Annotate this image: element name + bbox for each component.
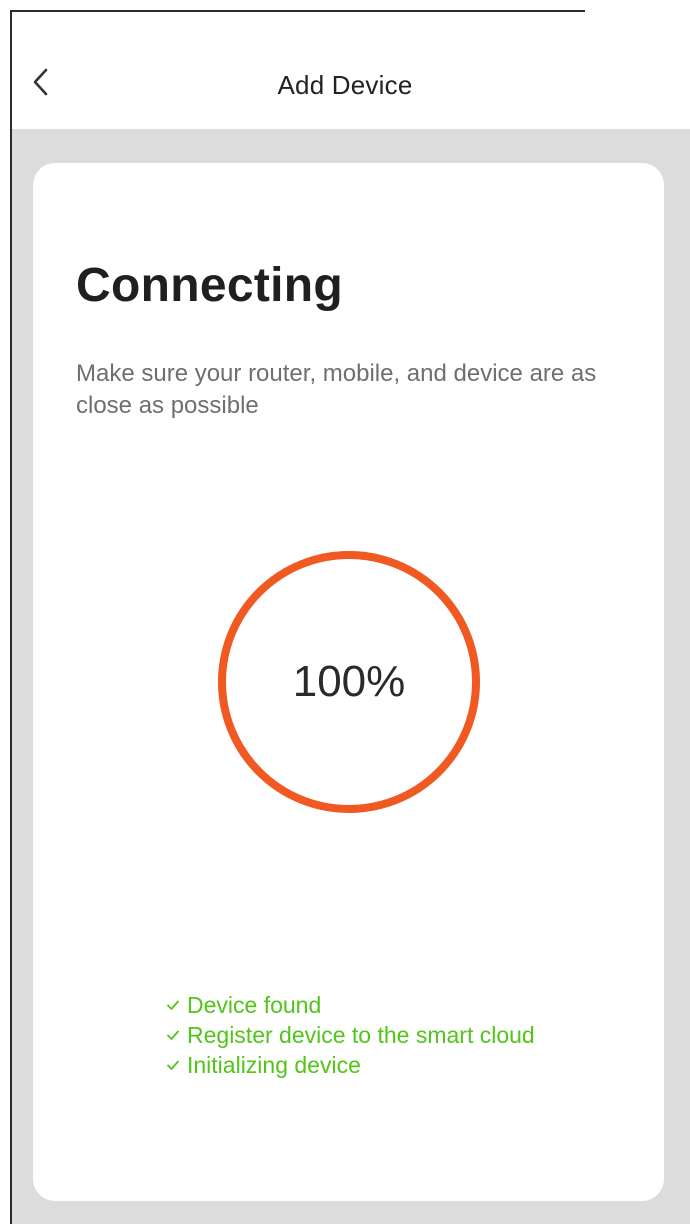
connecting-heading: Connecting [76, 259, 343, 312]
check-icon [163, 1025, 183, 1045]
step-label: Register device to the smart cloud [187, 1021, 535, 1048]
step-item: Device found [163, 990, 535, 1020]
step-label: Device found [187, 991, 322, 1018]
connection-steps: Device found Register device to the smar… [163, 990, 535, 1080]
step-item: Initializing device [163, 1050, 535, 1080]
app-screen: Add Device Connecting Make sure your rou… [0, 0, 690, 1224]
step-item: Register device to the smart cloud [163, 1020, 535, 1050]
page-title: Add Device [277, 70, 413, 100]
check-icon [163, 995, 183, 1015]
connecting-hint: Make sure your router, mobile, and devic… [76, 360, 597, 419]
check-icon [163, 1055, 183, 1075]
progress-percent: 100% [292, 657, 406, 706]
step-label: Initializing device [187, 1051, 361, 1078]
progress-ring: 100% [216, 549, 482, 815]
